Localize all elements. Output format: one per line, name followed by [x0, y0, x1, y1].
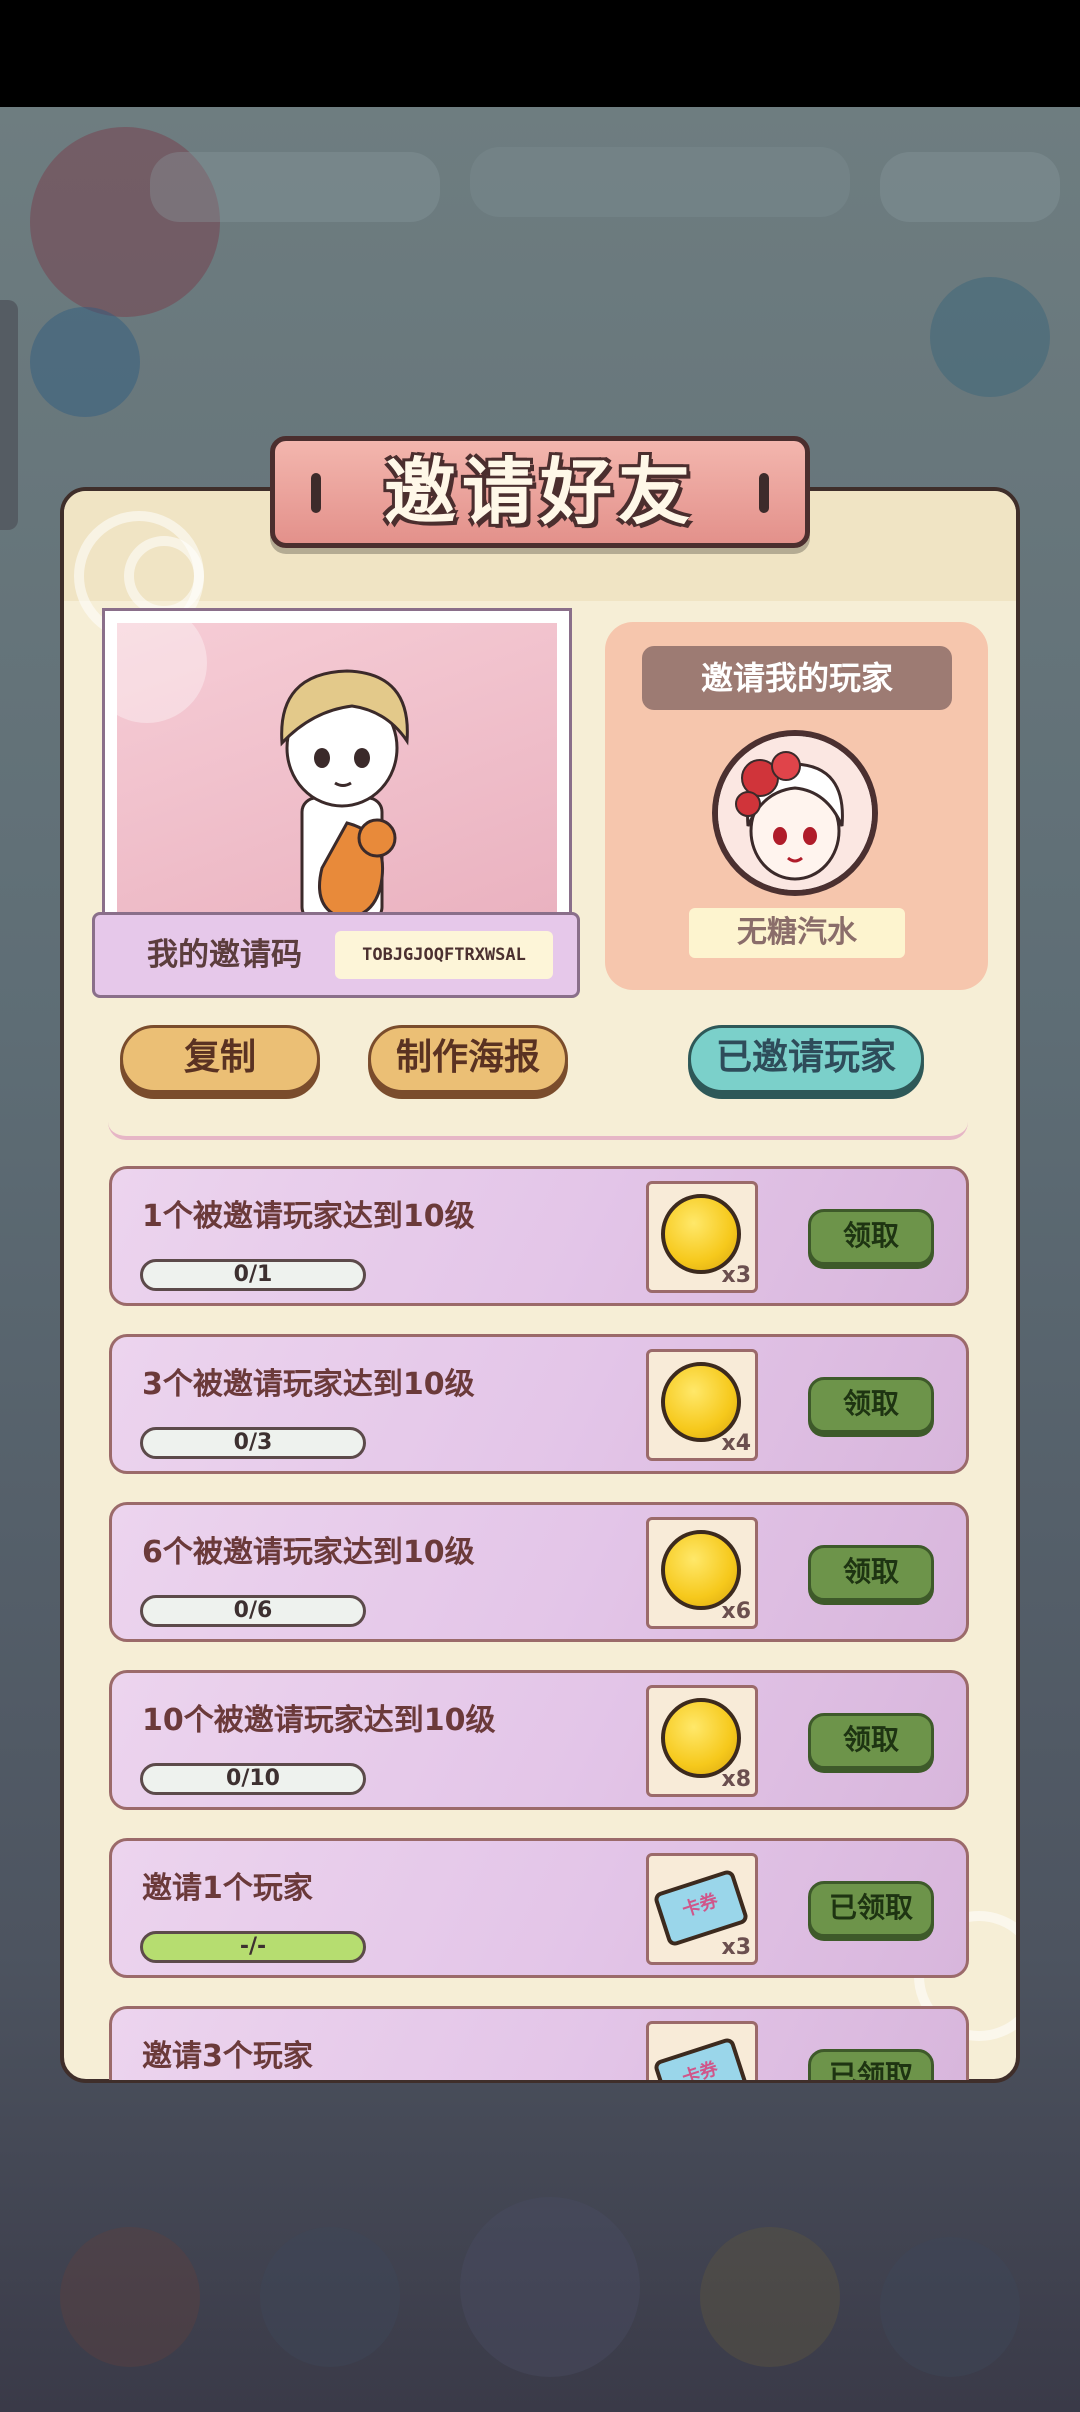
dialog-title-plate: 邀请好友	[270, 436, 810, 548]
make-poster-button[interactable]: 制作海报	[368, 1025, 568, 1093]
task-title: 10个被邀请玩家达到10级	[142, 1703, 496, 1738]
task-progress-bar: 0/3	[140, 1427, 366, 1459]
poster-image	[117, 623, 557, 915]
gold-coin-icon	[661, 1194, 741, 1274]
task-progress-bar: 0/6	[140, 1595, 366, 1627]
claimed-button[interactable]: 已领取	[808, 2049, 934, 2080]
task-title: 邀请1个玩家	[142, 1871, 313, 1906]
poster-preview	[102, 608, 572, 918]
task-progress-bar: 0/1	[140, 1259, 366, 1291]
inviter-name: 无糖汽水	[689, 908, 905, 958]
invite-code-label: 我的邀请码	[147, 937, 302, 973]
task-row: 邀请1个玩家 -/- 卡券 x3 已领取	[109, 1838, 969, 1978]
task-row: 6个被邀请玩家达到10级 0/6 x6 领取	[109, 1502, 969, 1642]
reward-item-slot[interactable]: x4	[646, 1349, 758, 1461]
claim-button[interactable]: 领取	[808, 1377, 934, 1433]
reward-item-slot[interactable]: 卡券 x3	[646, 1853, 758, 1965]
task-row: 10个被邀请玩家达到10级 0/10 x8 领取	[109, 1670, 969, 1810]
claim-button[interactable]: 领取	[808, 1713, 934, 1769]
task-progress-bar: 0/10	[140, 1763, 366, 1795]
invite-code-strip: 我的邀请码 TOBJGJOQFTRXWSAL	[92, 912, 580, 998]
claimed-button[interactable]: 已领取	[808, 1881, 934, 1937]
character-illustration	[117, 623, 409, 915]
gold-coin-icon	[661, 1362, 741, 1442]
invited-players-button[interactable]: 已邀请玩家	[688, 1025, 924, 1093]
list-divider	[108, 1122, 968, 1140]
task-row: 邀请3个玩家 卡券 已领取	[109, 2006, 969, 2080]
card-ticket-icon: 卡券	[652, 2036, 750, 2080]
invite-code-value[interactable]: TOBJGJOQFTRXWSAL	[335, 931, 553, 979]
side-drawer-handle[interactable]	[0, 300, 18, 530]
cloud-decoration	[124, 536, 204, 616]
gold-coin-icon	[661, 1698, 741, 1778]
reward-item-slot[interactable]: x6	[646, 1517, 758, 1629]
dialog-title: 邀请好友	[383, 450, 696, 534]
task-title: 6个被邀请玩家达到10级	[142, 1535, 475, 1570]
inviter-title: 邀请我的玩家	[642, 646, 952, 710]
inviter-avatar[interactable]	[712, 730, 878, 896]
bottom-overlay	[0, 2083, 1080, 2412]
task-row: 3个被邀请玩家达到10级 0/3 x4 领取	[109, 1334, 969, 1474]
task-row: 1个被邀请玩家达到10级 0/1 x3 领取	[109, 1166, 969, 1306]
reward-quantity: x3	[721, 1263, 752, 1288]
reward-quantity: x4	[721, 1431, 752, 1456]
task-title: 3个被邀请玩家达到10级	[142, 1367, 475, 1402]
inviter-card: 邀请我的玩家 无糖汽水	[605, 622, 988, 990]
reward-quantity: x8	[721, 1767, 752, 1792]
claim-button[interactable]: 领取	[808, 1209, 934, 1265]
reward-item-slot[interactable]: x3	[646, 1181, 758, 1293]
reward-item-slot[interactable]: 卡券	[646, 2021, 758, 2080]
gold-coin-icon	[661, 1530, 741, 1610]
task-title: 邀请3个玩家	[142, 2039, 313, 2074]
claim-button[interactable]: 领取	[808, 1545, 934, 1601]
task-progress-bar: -/-	[140, 1931, 366, 1963]
avatar-portrait	[718, 736, 872, 890]
copy-button[interactable]: 复制	[120, 1025, 320, 1093]
task-title: 1个被邀请玩家达到10级	[142, 1199, 475, 1234]
reward-quantity: x6	[721, 1599, 752, 1624]
reward-item-slot[interactable]: x8	[646, 1685, 758, 1797]
reward-quantity: x3	[721, 1935, 752, 1960]
